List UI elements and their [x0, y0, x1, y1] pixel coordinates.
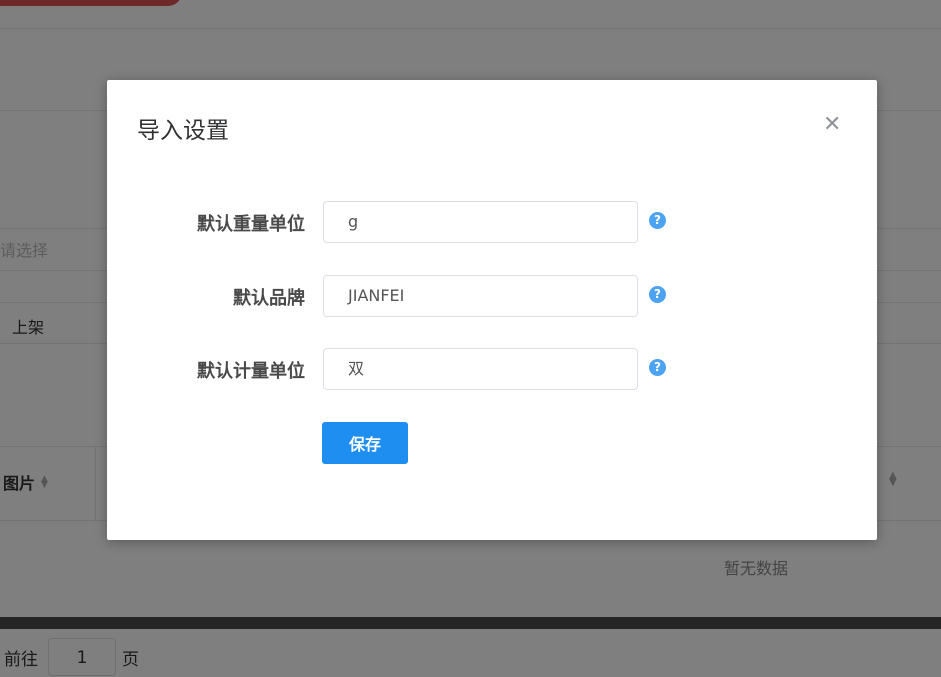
save-button[interactable]: 保存 [322, 422, 408, 464]
help-icon[interactable]: ? [649, 212, 666, 229]
help-icon[interactable]: ? [649, 359, 666, 376]
measure-unit-label: 默认计量单位 [197, 361, 305, 382]
dialog-title: 导入设置 [137, 118, 229, 144]
close-icon[interactable]: ✕ [823, 113, 841, 137]
weight-unit-label: 默认重量单位 [197, 214, 305, 235]
brand-label: 默认品牌 [233, 288, 305, 309]
import-settings-dialog: 导入设置 ✕ 默认重量单位 g ? 默认品牌 JIANFEI ? 默认计量单位 … [107, 80, 877, 540]
brand-field[interactable]: JIANFEI [323, 275, 638, 317]
help-icon[interactable]: ? [649, 286, 666, 303]
weight-unit-field[interactable]: g [323, 201, 638, 243]
measure-unit-field[interactable]: 双 [323, 348, 638, 390]
